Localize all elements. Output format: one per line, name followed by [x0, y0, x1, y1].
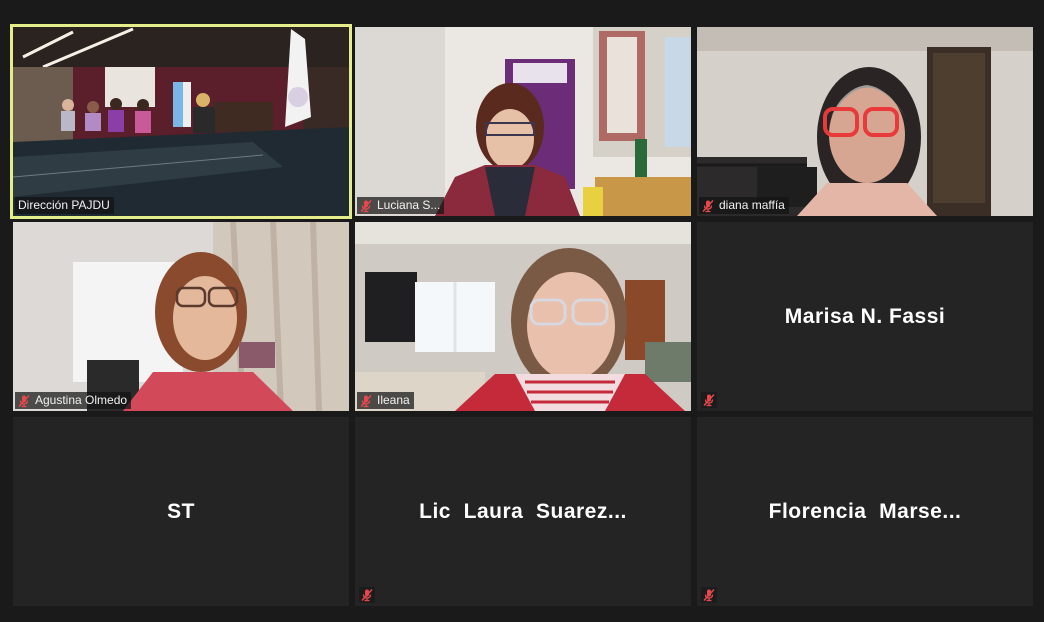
participant-name: Marisa N. Fassi [784, 304, 946, 328]
participant-name: Florencia Marse... [768, 499, 962, 523]
participant-name-tag: Ileana [357, 392, 414, 409]
participant-name-tag: Dirección PAJDU [15, 197, 114, 214]
video-feed [13, 27, 349, 216]
participant-tile-diana-maffia[interactable]: diana maffía [697, 27, 1033, 216]
video-feed [13, 222, 349, 411]
participant-name: Lic Laura Suarez... [419, 499, 627, 523]
participant-name: ST [167, 499, 195, 523]
participant-tile-marisa-fassi[interactable]: Marisa N. Fassi [697, 222, 1033, 411]
participant-name-tag: Agustina Olmedo [15, 392, 132, 409]
participant-tile-florencia-marse[interactable]: Florencia Marse... [697, 417, 1033, 606]
video-gallery: Dirección PAJDU Luciana S... diana maffí… [0, 0, 1044, 622]
muted-mic-icon [17, 394, 31, 408]
participant-name: Agustina Olmedo [35, 393, 128, 407]
mute-indicator [359, 587, 375, 603]
participant-tile-agustina-olmedo[interactable]: Agustina Olmedo [13, 222, 349, 411]
participant-name-tag: diana maffía [699, 197, 789, 214]
participant-tile-ileana[interactable]: Ileana [355, 222, 691, 411]
participant-tile-direccion-pajdu[interactable]: Dirección PAJDU [10, 24, 352, 219]
muted-mic-icon [702, 393, 716, 407]
video-feed [355, 222, 691, 411]
participant-name: Luciana S... [377, 198, 441, 212]
video-feed [697, 27, 1033, 216]
muted-mic-icon [359, 394, 373, 408]
video-feed [355, 27, 691, 216]
participant-tile-laura-suarez[interactable]: Lic Laura Suarez... [355, 417, 691, 606]
participant-tile-luciana[interactable]: Luciana S... [355, 27, 691, 216]
participant-name: diana maffía [719, 198, 785, 212]
mute-indicator [701, 392, 717, 408]
muted-mic-icon [360, 588, 374, 602]
participant-name-tag: Luciana S... [357, 197, 445, 214]
muted-mic-icon [701, 199, 715, 213]
mute-indicator [701, 587, 717, 603]
participant-tile-st[interactable]: ST [13, 417, 349, 606]
participant-name: Dirección PAJDU [18, 198, 110, 212]
participant-name: Ileana [377, 393, 410, 407]
muted-mic-icon [359, 199, 373, 213]
muted-mic-icon [702, 588, 716, 602]
